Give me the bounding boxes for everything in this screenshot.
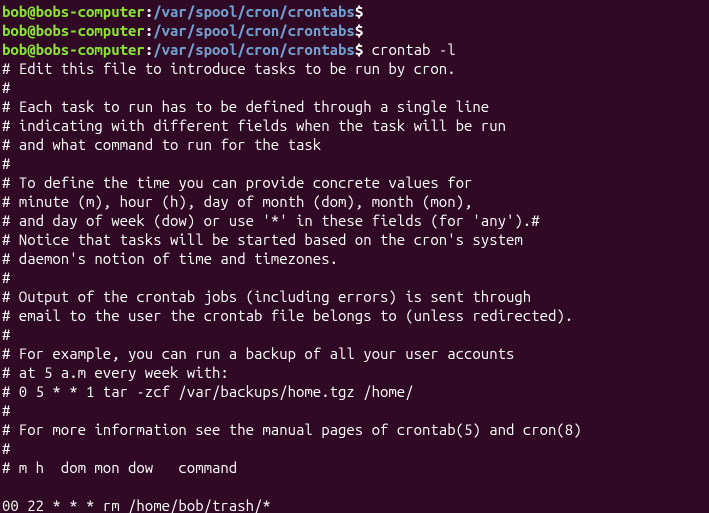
command-input: crontab -l	[363, 41, 455, 58]
output-line: #	[2, 269, 10, 286]
output-line: # and day of week (dow) or use '*' in th…	[2, 212, 540, 229]
output-line: 00 22 * * * rm /home/bob/trash/*	[2, 497, 271, 513]
output-line: # at 5 a.m every week with:	[2, 364, 229, 381]
prompt-sep-dollar: $	[355, 3, 363, 20]
output-line: # For more information see the manual pa…	[2, 421, 582, 438]
prompt-user-host: bob@bobs-computer	[2, 3, 145, 20]
output-line: # Notice that tasks will be started base…	[2, 231, 523, 248]
prompt-user-host: bob@bobs-computer	[2, 41, 145, 58]
output-line: #	[2, 79, 10, 96]
output-line: # 0 5 * * 1 tar -zcf /var/backups/home.t…	[2, 383, 414, 400]
output-line: # m h dom mon dow command	[2, 459, 237, 476]
output-line: # Edit this file to introduce tasks to b…	[2, 60, 456, 77]
prompt-sep-dollar: $	[355, 41, 363, 58]
prompt-line: bob@bobs-computer:/var/spool/cron/cronta…	[2, 3, 372, 20]
command-input	[363, 3, 371, 20]
output-line: # Output of the crontab jobs (including …	[2, 288, 531, 305]
output-line: #	[2, 440, 10, 457]
command-input	[363, 22, 371, 39]
output-line: #	[2, 155, 10, 172]
output-line: # email to the user the crontab file bel…	[2, 307, 573, 324]
output-line: #	[2, 402, 10, 419]
output-line: # daemon's notion of time and timezones.	[2, 250, 338, 267]
output-line: # To define the time you can provide con…	[2, 174, 472, 191]
prompt-user-host: bob@bobs-computer	[2, 22, 145, 39]
prompt-path: /var/spool/cron/crontabs	[153, 22, 355, 39]
output-line: # indicating with different fields when …	[2, 117, 506, 134]
output-line: # Each task to run has to be defined thr…	[2, 98, 489, 115]
prompt-line: bob@bobs-computer:/var/spool/cron/cronta…	[2, 22, 372, 39]
output-line: # minute (m), hour (h), day of month (do…	[2, 193, 472, 210]
prompt-line: bob@bobs-computer:/var/spool/cron/cronta…	[2, 41, 456, 58]
prompt-path: /var/spool/cron/crontabs	[153, 3, 355, 20]
output-line: # For example, you can run a backup of a…	[2, 345, 514, 362]
output-line: # and what command to run for the task	[2, 136, 321, 153]
terminal[interactable]: bob@bobs-computer:/var/spool/cron/cronta…	[0, 0, 709, 513]
prompt-sep-colon: :	[145, 3, 153, 20]
prompt-sep-colon: :	[145, 41, 153, 58]
prompt-path: /var/spool/cron/crontabs	[153, 41, 355, 58]
output-line: #	[2, 326, 10, 343]
prompt-sep-colon: :	[145, 22, 153, 39]
prompt-sep-dollar: $	[355, 22, 363, 39]
